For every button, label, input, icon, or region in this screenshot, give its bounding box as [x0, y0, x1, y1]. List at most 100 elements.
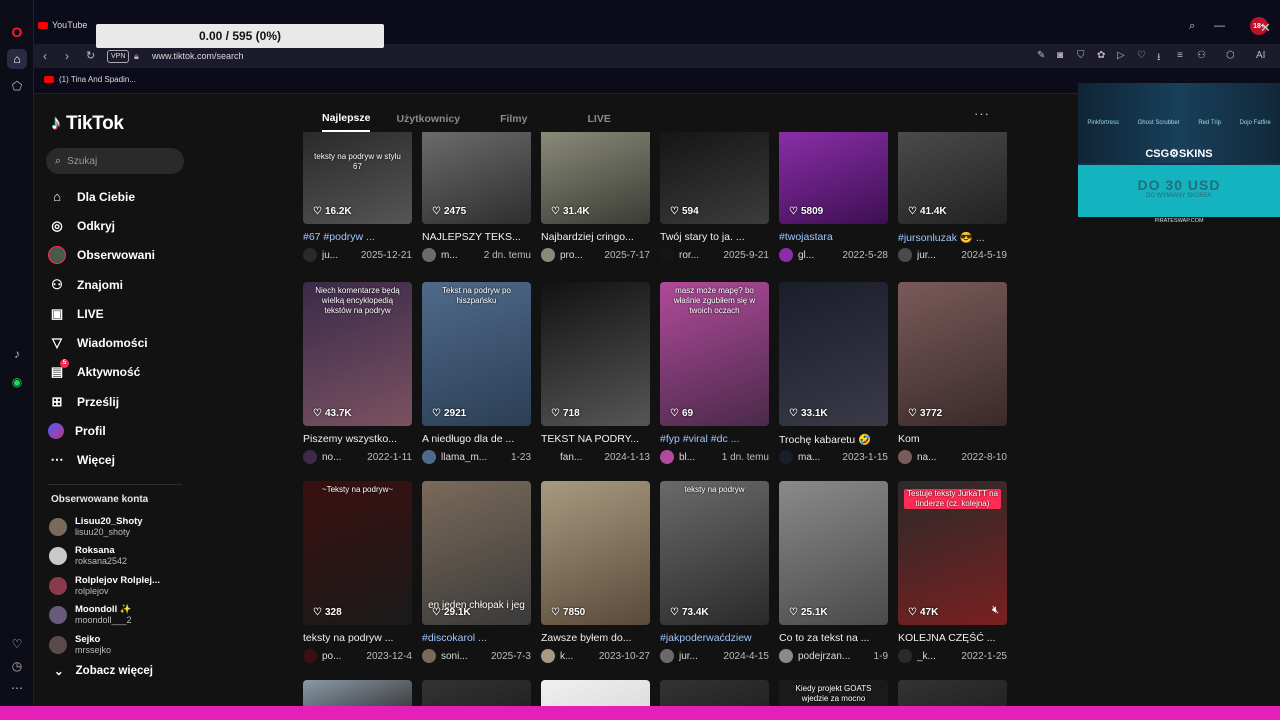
author-name[interactable]: podejrzan... — [798, 651, 860, 662]
followed-account[interactable]: Rolplejov Rolplej... rolplejov — [49, 571, 199, 601]
spotify-icon[interactable]: ◉ — [7, 372, 27, 392]
video-thumbnail[interactable]: ♡ 25.1K — [779, 481, 888, 625]
video-caption[interactable]: Twój stary to ja. ... — [660, 231, 769, 244]
tab-top[interactable]: Najlepsze — [322, 112, 371, 132]
video-card[interactable]: ~Teksty na podryw~ ♡ 328 teksty na podryw .… — [303, 481, 412, 663]
video-thumbnail[interactable]: ♡ 5809 — [779, 132, 888, 224]
author-name[interactable]: jur... — [679, 651, 718, 662]
author-avatar[interactable] — [660, 649, 674, 663]
author-avatar[interactable] — [660, 450, 674, 464]
more-icon[interactable]: ⋯ — [7, 678, 27, 698]
reload-icon[interactable]: ↻ — [86, 49, 95, 62]
video-card[interactable]: ♡ 594 Twój stary to ja. ... ror... 2025-9-21 — [660, 132, 769, 262]
video-thumbnail[interactable] — [303, 680, 412, 706]
nav-for-you[interactable]: ⌂ Dla Ciebie — [48, 182, 198, 211]
author-avatar[interactable] — [422, 649, 436, 663]
back-icon[interactable]: ‹ — [43, 49, 47, 63]
video-thumbnail[interactable]: Niech komentarze będą wielką encyklopedi… — [303, 282, 412, 426]
video-caption[interactable]: Trochę kabaretu 🤣 — [779, 433, 888, 446]
author-name[interactable]: ma... — [798, 452, 837, 463]
video-thumbnail[interactable]: ♡ 2475 — [422, 132, 531, 224]
author-name[interactable]: fan... — [560, 452, 599, 463]
video-thumbnail[interactable]: ♡ 31.4K — [541, 132, 650, 224]
extension-icon[interactable]: ✿ — [1097, 50, 1105, 61]
author-name[interactable]: bl... — [679, 452, 717, 463]
ai-button[interactable]: AI — [1256, 50, 1265, 61]
history-icon[interactable]: ◷ — [7, 656, 27, 676]
author-avatar[interactable] — [541, 450, 555, 464]
author-name[interactable]: m... — [441, 250, 479, 261]
search-tabs-icon[interactable]: ⌕ — [1189, 20, 1195, 33]
video-card[interactable]: ♡ 2475 NAJLEPSZY TEKS... m... 2 dn. temu — [422, 132, 531, 262]
tiktok-logo[interactable]: ♪ TikTok — [51, 112, 124, 135]
author-avatar[interactable] — [541, 248, 555, 262]
author-name[interactable]: k... — [560, 651, 594, 662]
author-name[interactable]: na... — [917, 452, 956, 463]
video-caption[interactable]: Co to za tekst na ... — [779, 632, 888, 645]
ad-banner[interactable]: Pinkfortress Ghost Scrubber Red Trip Doj… — [1078, 83, 1280, 226]
play-icon[interactable]: ▷ — [1117, 50, 1125, 61]
video-thumbnail[interactable]: ♡ 41.4K — [898, 132, 1007, 224]
author-avatar[interactable] — [898, 649, 912, 663]
tab-users[interactable]: Użytkownicy — [396, 113, 460, 131]
video-caption[interactable]: #jursonluzak 😎 ... — [898, 231, 1007, 244]
video-card[interactable] — [898, 680, 1007, 706]
video-card[interactable]: ♡ 31.4K Najbardziej cringo... pro... 2025-7-… — [541, 132, 650, 262]
author-name[interactable]: ror... — [679, 250, 718, 261]
home-icon[interactable]: ⌂ — [7, 49, 27, 69]
author-avatar[interactable] — [303, 450, 317, 464]
video-thumbnail[interactable]: en jeden chłopak i jeg ♡ 29.1K — [422, 481, 531, 625]
author-name[interactable]: llama_m... — [441, 452, 503, 463]
author-avatar[interactable] — [303, 248, 317, 262]
bookmark-item[interactable]: (1) Tina And Spadin... — [44, 75, 136, 84]
video-card[interactable]: ♡ 5809 #twojastara gl... 2022-5-28 — [779, 132, 888, 262]
author-name[interactable]: ju... — [322, 250, 356, 261]
video-card[interactable]: Kiedy projekt GOATS wjedzie za mocno — [779, 680, 888, 706]
video-caption[interactable]: teksty na podryw ... — [303, 632, 412, 645]
video-card[interactable]: ♡ 3772 Kom na... 2022-8-10 — [898, 282, 1007, 464]
video-caption[interactable]: Najbardziej cringo... — [541, 231, 650, 244]
video-card[interactable]: ♡ 41.4K #jursonluzak 😎 ... jur... 2024-5-19 — [898, 132, 1007, 262]
video-thumbnail[interactable]: Testuje teksty JurkaTT na tinderze (cz. … — [898, 481, 1007, 625]
video-card[interactable]: Testuje teksty JurkaTT na tinderze (cz. … — [898, 481, 1007, 663]
author-avatar[interactable] — [541, 649, 555, 663]
video-card[interactable]: ♡ 718 TEKST NA PODRY... fan... 2024-1-13 — [541, 282, 650, 464]
video-caption[interactable]: #jakpoderwaćdziew — [660, 632, 769, 645]
nav-messages[interactable]: ▽ Wiadomości — [48, 328, 198, 357]
video-card[interactable]: teksty na podryw ♡ 73.4K #jakpoderwaćdziew j… — [660, 481, 769, 663]
heart-icon[interactable]: ♡ — [7, 634, 27, 654]
author-avatar[interactable] — [779, 248, 793, 262]
video-caption[interactable]: TEKST NA PODRY... — [541, 433, 650, 446]
video-card[interactable]: ♡ 33.1K Trochę kabaretu 🤣 ma... 2023-1-15 — [779, 282, 888, 464]
edit-icon[interactable]: ✎ — [1037, 50, 1045, 61]
video-caption[interactable]: #fyp #viral #dc ... — [660, 433, 769, 446]
video-caption[interactable]: #discokarol ... — [422, 632, 531, 645]
nav-activity[interactable]: ▤ 5 Aktywność — [48, 358, 198, 387]
video-caption[interactable]: Zawsze byłem do... — [541, 632, 650, 645]
pin-icon[interactable]: ⬠ — [7, 76, 27, 96]
camera-icon[interactable]: ◙ — [1057, 50, 1063, 61]
minimize-icon[interactable]: — — [1214, 20, 1225, 32]
nav-profile[interactable]: Profil — [48, 416, 198, 445]
video-card[interactable]: teksty na podryw w stylu 67 ♡ 16.2K #67 #po… — [303, 132, 412, 262]
video-card[interactable] — [303, 680, 412, 706]
tab-youtube[interactable]: YouTube — [38, 20, 87, 30]
video-thumbnail[interactable] — [422, 680, 531, 706]
video-thumbnail[interactable]: ~Teksty na podryw~ ♡ 328 — [303, 481, 412, 625]
nav-upload[interactable]: ⊞ Prześlij — [48, 387, 198, 416]
author-avatar[interactable] — [779, 450, 793, 464]
nav-more[interactable]: ⋯ Więcej — [48, 446, 198, 475]
author-name[interactable]: pro... — [560, 250, 599, 261]
video-thumbnail[interactable]: teksty na podryw w stylu 67 ♡ 16.2K — [303, 132, 412, 224]
video-card[interactable]: ♡ 25.1K Co to za tekst na ... podejrzan... 1… — [779, 481, 888, 663]
video-thumbnail[interactable]: masz może mapę? bo właśnie zgubiłem się … — [660, 282, 769, 426]
followed-account[interactable]: Roksana roksana2542 — [49, 542, 199, 572]
video-thumbnail[interactable]: ♡ 7850 — [541, 481, 650, 625]
vpn-badge[interactable]: VPN — [107, 50, 130, 63]
author-avatar[interactable] — [422, 248, 436, 262]
video-caption[interactable]: #twojastara — [779, 231, 888, 244]
video-thumbnail[interactable]: Kiedy projekt GOATS wjedzie za mocno — [779, 680, 888, 706]
video-thumbnail[interactable]: ♡ 3772 — [898, 282, 1007, 426]
author-name[interactable]: po... — [322, 651, 361, 662]
video-card[interactable] — [541, 680, 650, 706]
